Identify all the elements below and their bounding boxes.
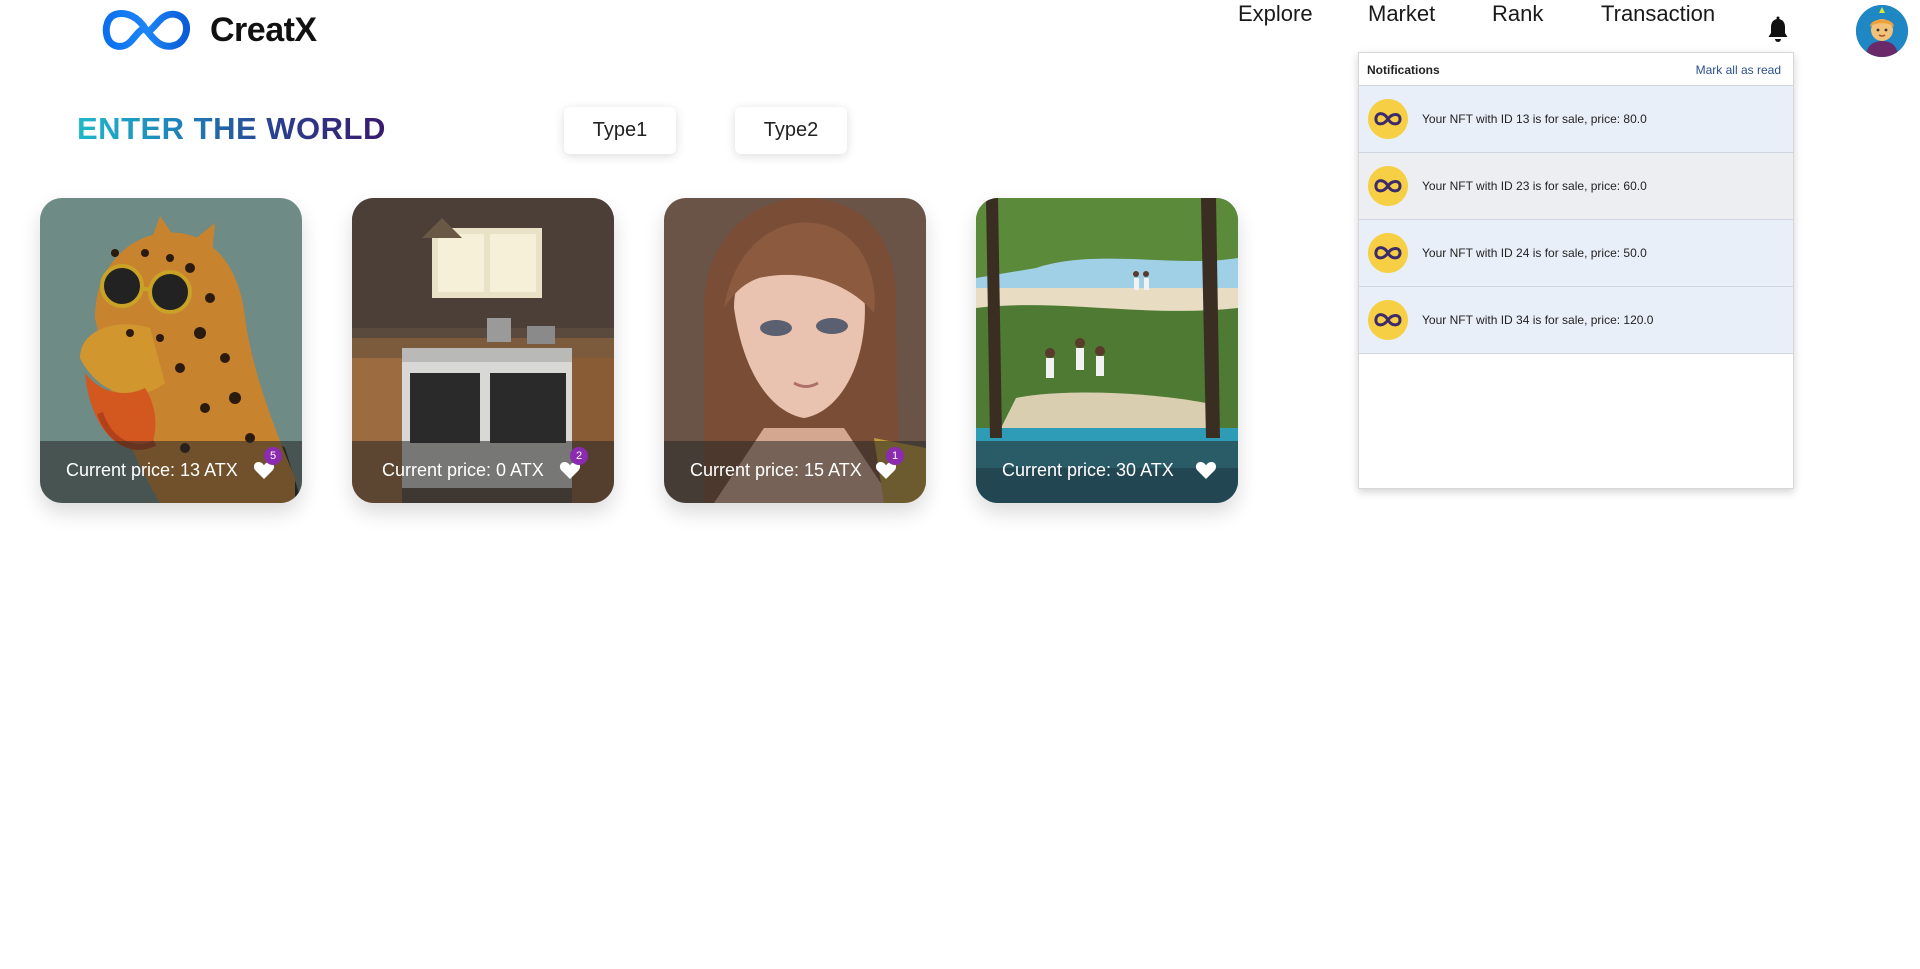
card-info-bar: Current price: 15 ATX 1 (664, 441, 926, 503)
brand-name: CreatX (210, 10, 317, 49)
filter-type1-button[interactable]: Type1 (564, 107, 676, 154)
nav-market[interactable]: Market (1368, 1, 1435, 27)
brand[interactable]: CreatX (102, 6, 317, 54)
notifications-title: Notifications (1367, 63, 1440, 77)
card-info-bar: Current price: 0 ATX 2 (352, 441, 614, 503)
notifications-divider (1359, 353, 1793, 354)
filter-type2-button[interactable]: Type2 (735, 107, 847, 154)
coin-logo-icon (1368, 166, 1408, 206)
mark-all-read-link[interactable]: Mark all as read (1696, 63, 1781, 77)
card-price: Current price: 0 ATX (382, 460, 544, 480)
notification-item[interactable]: Your NFT with ID 13 is for sale, price: … (1359, 85, 1793, 152)
nav-transaction[interactable]: Transaction (1601, 1, 1715, 27)
like-count-badge: 5 (264, 447, 282, 465)
nft-card[interactable]: Current price: 30 ATX (976, 198, 1238, 503)
card-price: Current price: 15 ATX (690, 460, 862, 480)
notification-item[interactable]: Your NFT with ID 24 is for sale, price: … (1359, 219, 1793, 286)
like-count-badge: 1 (886, 447, 904, 465)
bell-icon[interactable] (1766, 16, 1790, 44)
user-avatar[interactable] (1856, 5, 1908, 57)
nav-explore[interactable]: Explore (1238, 1, 1313, 27)
notification-text: Your NFT with ID 24 is for sale, price: … (1422, 246, 1647, 260)
nft-card[interactable]: Current price: 13 ATX 5 (40, 198, 302, 503)
like-count-badge: 2 (570, 447, 588, 465)
notification-item[interactable]: Your NFT with ID 34 is for sale, price: … (1359, 286, 1793, 353)
notification-text: Your NFT with ID 34 is for sale, price: … (1422, 313, 1654, 327)
notifications-panel: Notifications Mark all as read Your NFT … (1358, 52, 1794, 489)
nft-card[interactable]: Current price: 0 ATX 2 (352, 198, 614, 503)
nav-rank[interactable]: Rank (1492, 1, 1543, 27)
card-price: Current price: 30 ATX (1002, 460, 1174, 480)
notifications-header: Notifications Mark all as read (1359, 53, 1793, 85)
heart-icon[interactable] (1194, 458, 1218, 482)
card-info-bar: Current price: 13 ATX 5 (40, 441, 302, 503)
card-info-bar: Current price: 30 ATX (976, 441, 1238, 503)
page-title: ENTER THE WORLD (77, 111, 386, 146)
avatar-image (1856, 5, 1908, 57)
coin-logo-icon (1368, 99, 1408, 139)
notification-text: Your NFT with ID 23 is for sale, price: … (1422, 179, 1647, 193)
nft-card[interactable]: Current price: 15 ATX 1 (664, 198, 926, 503)
card-price: Current price: 13 ATX (66, 460, 238, 480)
notification-item[interactable]: Your NFT with ID 23 is for sale, price: … (1359, 152, 1793, 219)
notification-text: Your NFT with ID 13 is for sale, price: … (1422, 112, 1647, 126)
coin-logo-icon (1368, 300, 1408, 340)
coin-logo-icon (1368, 233, 1408, 273)
infinity-logo-icon (102, 10, 190, 50)
